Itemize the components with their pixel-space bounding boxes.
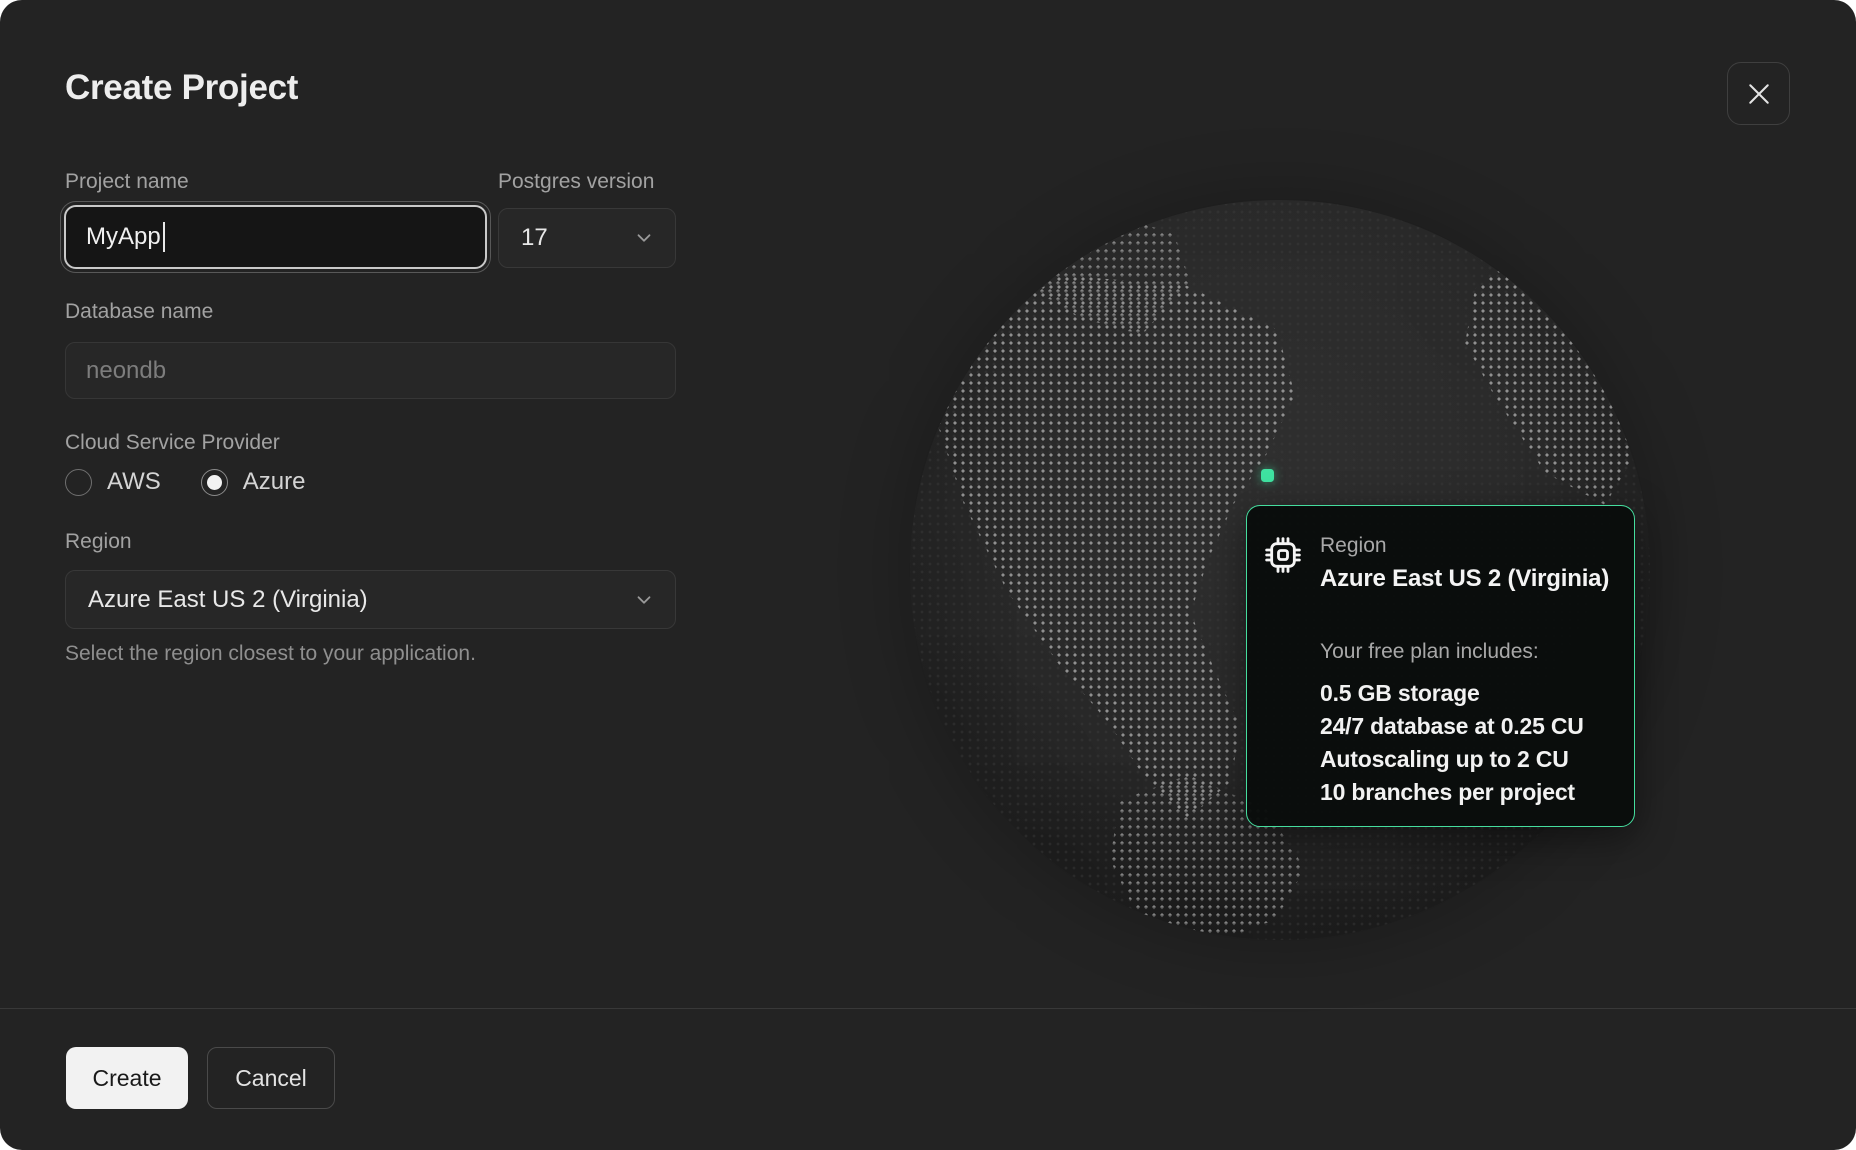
cloud-provider-label: Cloud Service Provider <box>65 431 280 455</box>
cancel-button[interactable]: Cancel <box>207 1047 335 1109</box>
radio-circle-aws <box>65 469 92 496</box>
cloud-provider-radio-group: AWS Azure <box>65 468 305 496</box>
text-cursor <box>163 222 165 252</box>
create-button[interactable]: Create <box>66 1047 188 1109</box>
postgres-version-select[interactable]: 17 <box>498 208 676 268</box>
database-name-placeholder: neondb <box>86 357 166 385</box>
database-name-label: Database name <box>65 300 213 324</box>
radio-label-azure: Azure <box>243 468 306 496</box>
region-marker-dot <box>1261 469 1274 482</box>
tooltip-feature-branches: 10 branches per project <box>1320 776 1610 809</box>
project-name-label: Project name <box>65 170 189 194</box>
project-name-value: MyApp <box>86 223 161 251</box>
tooltip-feature-autoscaling: Autoscaling up to 2 CU <box>1320 743 1610 776</box>
region-label: Region <box>65 530 132 554</box>
create-project-dialog: Create Project Project name Postgres ver… <box>0 0 1856 1150</box>
radio-option-aws[interactable]: AWS <box>65 468 161 496</box>
region-helper-text: Select the region closest to your applic… <box>65 642 476 666</box>
close-icon <box>1744 79 1774 109</box>
chevron-down-icon <box>633 589 655 611</box>
tooltip-feature-storage: 0.5 GB storage <box>1320 677 1610 710</box>
radio-circle-azure <box>201 469 228 496</box>
chevron-down-icon <box>633 227 655 249</box>
region-select[interactable]: Azure East US 2 (Virginia) <box>65 570 676 629</box>
footer-divider <box>0 1008 1856 1009</box>
tooltip-plan-intro: Your free plan includes: <box>1320 640 1610 664</box>
postgres-version-label: Postgres version <box>498 170 654 194</box>
close-button[interactable] <box>1727 62 1790 125</box>
tooltip-feature-database: 24/7 database at 0.25 CU <box>1320 710 1610 743</box>
tooltip-feature-list: 0.5 GB storage 24/7 database at 0.25 CU … <box>1320 677 1610 809</box>
postgres-version-value: 17 <box>521 224 548 252</box>
radio-option-azure[interactable]: Azure <box>201 468 306 496</box>
region-value: Azure East US 2 (Virginia) <box>88 586 368 614</box>
cpu-chip-icon <box>1263 535 1303 575</box>
database-name-input[interactable]: neondb <box>65 342 676 399</box>
region-tooltip-card: Region Azure East US 2 (Virginia) Your f… <box>1246 505 1635 827</box>
tooltip-region-name: Azure East US 2 (Virginia) <box>1320 565 1609 593</box>
page-title: Create Project <box>65 68 298 108</box>
radio-label-aws: AWS <box>107 468 161 496</box>
tooltip-region-heading: Region <box>1320 534 1609 558</box>
project-name-input[interactable]: MyApp <box>64 205 487 269</box>
